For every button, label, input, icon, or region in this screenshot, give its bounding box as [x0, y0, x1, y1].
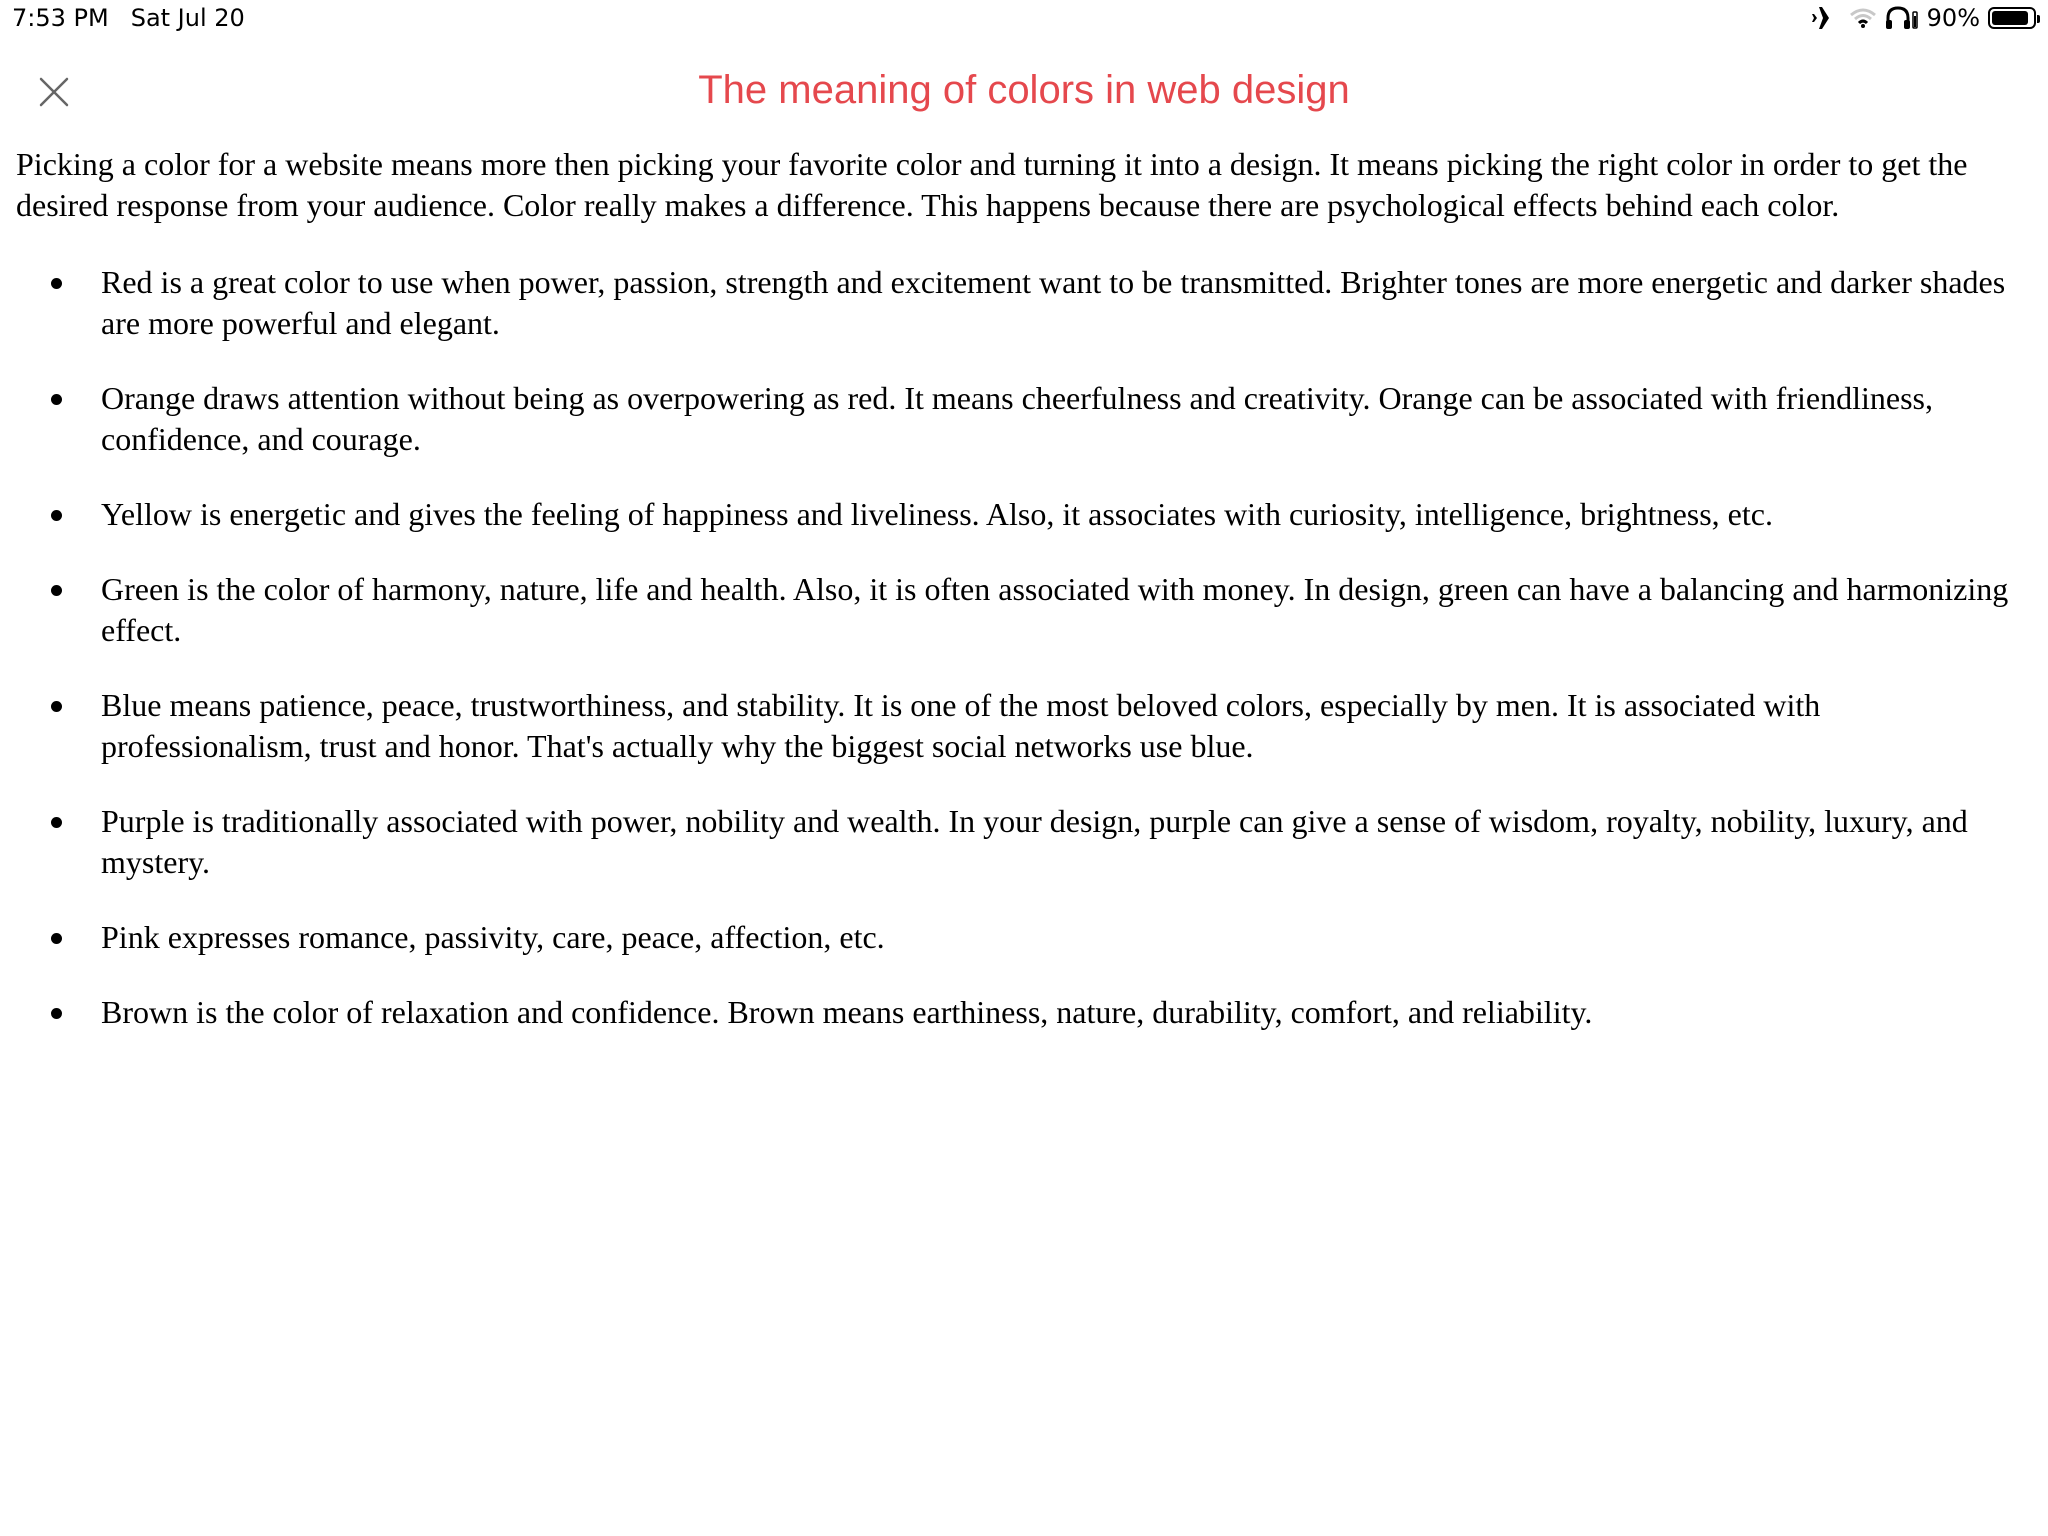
headphones-icon	[1885, 6, 1919, 30]
list-item-brown: Brown is the color of relaxation and con…	[51, 992, 2032, 1033]
list-item-pink: Pink expresses romance, passivity, care,…	[51, 917, 2032, 958]
status-bar: 7:53 PM Sat Jul 20 90%	[0, 0, 2048, 40]
article-content: Picking a color for a website means more…	[16, 144, 2032, 1067]
status-left: 7:53 PM Sat Jul 20	[12, 4, 245, 32]
status-date: Sat Jul 20	[130, 4, 245, 32]
airplane-icon	[1811, 5, 1841, 31]
color-meaning-list: Red is a great color to use when power, …	[16, 262, 2032, 1033]
page-title: The meaning of colors in web design	[698, 68, 1350, 112]
battery-cap	[2037, 15, 2040, 23]
battery-icon	[1988, 7, 2040, 29]
list-item-blue: Blue means patience, peace, trustworthin…	[51, 685, 2032, 767]
list-item-orange: Orange draws attention without being as …	[51, 378, 2032, 460]
status-time: 7:53 PM	[12, 4, 109, 32]
list-item-purple: Purple is traditionally associated with …	[51, 801, 2032, 883]
status-right: 90%	[1811, 4, 2040, 32]
battery-fill	[1992, 11, 2028, 25]
intro-paragraph: Picking a color for a website means more…	[16, 146, 1968, 223]
list-item-yellow: Yellow is energetic and gives the feelin…	[51, 494, 2032, 535]
list-item-green: Green is the color of harmony, nature, l…	[51, 569, 2032, 651]
wifi-icon	[1849, 7, 1877, 29]
battery-percent: 90%	[1926, 4, 1980, 32]
list-item-red: Red is a great color to use when power, …	[51, 262, 2032, 344]
